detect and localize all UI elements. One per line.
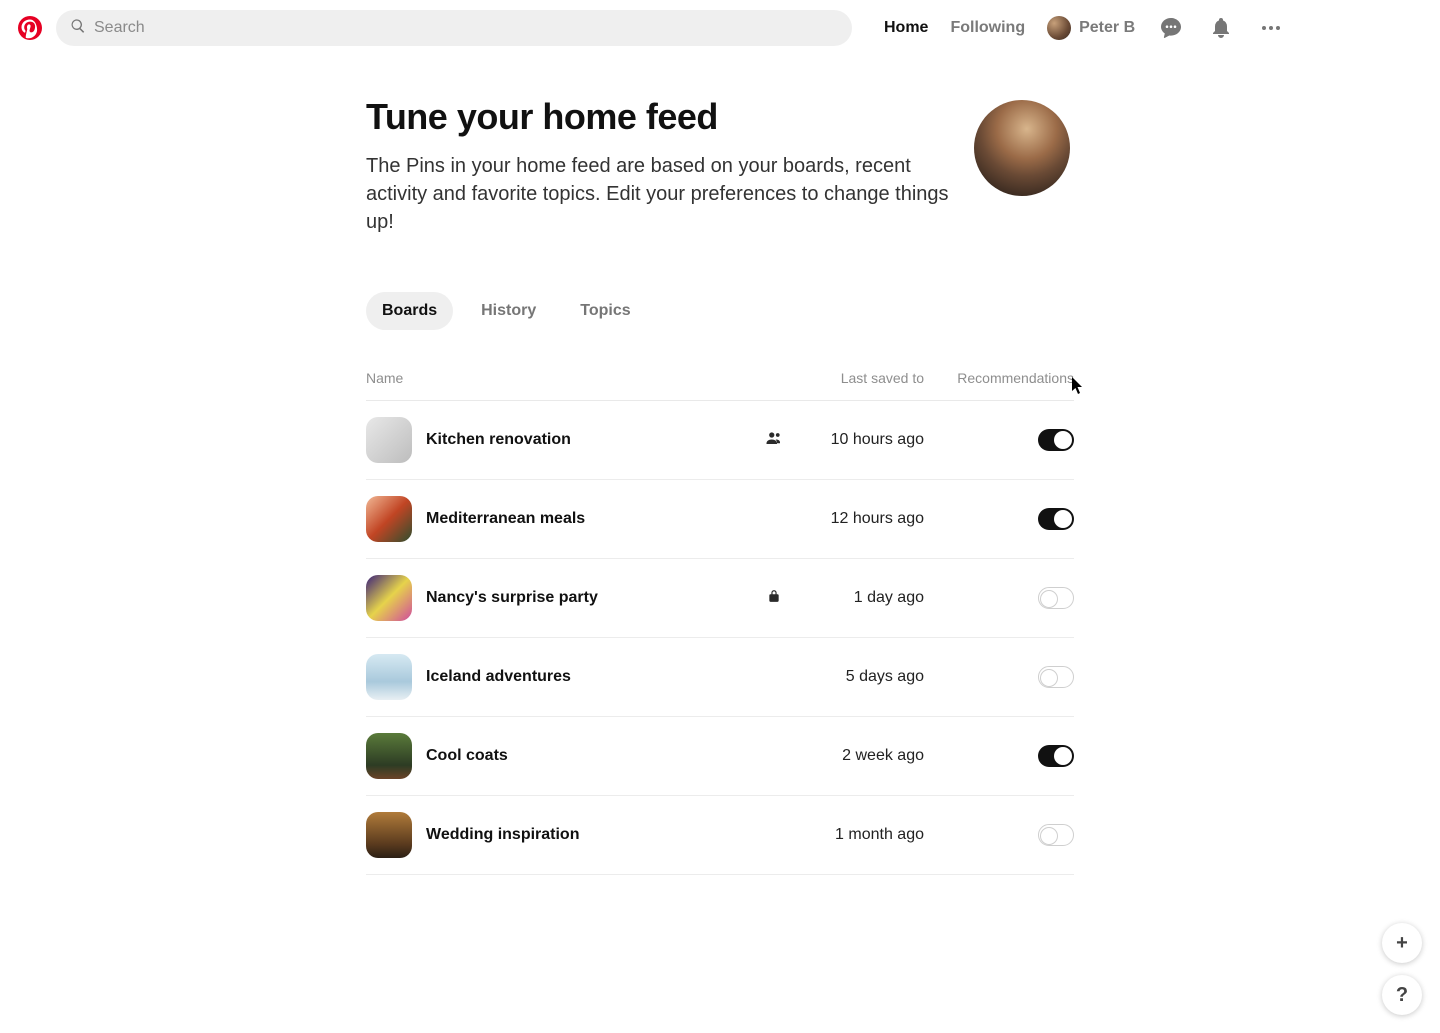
messages-button[interactable]	[1157, 14, 1185, 42]
tab-topics[interactable]: Topics	[564, 292, 646, 330]
help-fab[interactable]: ?	[1382, 975, 1422, 1015]
nav-home[interactable]: Home	[884, 19, 928, 37]
pinterest-logo[interactable]	[16, 14, 44, 42]
table-row: Cool coats 2 week ago	[366, 717, 1074, 796]
column-name: Name	[366, 370, 754, 386]
notifications-button[interactable]	[1207, 14, 1235, 42]
column-last-saved: Last saved to	[794, 370, 924, 386]
board-name[interactable]: Iceland adventures	[426, 668, 571, 686]
board-last-saved: 2 week ago	[794, 747, 924, 765]
question-icon: ?	[1396, 984, 1408, 1007]
board-name[interactable]: Nancy's surprise party	[426, 589, 598, 607]
table-row: Iceland adventures 5 days ago	[366, 638, 1074, 717]
page-description: The Pins in your home feed are based on …	[366, 152, 950, 236]
nav-following[interactable]: Following	[950, 19, 1025, 37]
more-button[interactable]	[1257, 14, 1285, 42]
tabs: Boards History Topics	[366, 292, 1074, 330]
board-last-saved: 10 hours ago	[794, 431, 924, 449]
search-box[interactable]	[56, 10, 852, 46]
table-row: Kitchen renovation 10 hours ago	[366, 401, 1074, 480]
board-thumb[interactable]	[366, 733, 412, 779]
add-fab[interactable]: +	[1382, 923, 1422, 963]
shared-icon	[765, 429, 783, 452]
recommendations-toggle[interactable]	[1038, 666, 1074, 688]
chat-icon	[1159, 16, 1183, 40]
column-recommendations: Recommendations	[924, 370, 1074, 386]
search-icon	[70, 18, 86, 39]
profile-avatar[interactable]	[974, 100, 1070, 196]
board-last-saved: 12 hours ago	[794, 510, 924, 528]
search-input[interactable]	[94, 19, 838, 37]
board-thumb[interactable]	[366, 654, 412, 700]
recommendations-toggle[interactable]	[1038, 587, 1074, 609]
recommendations-toggle[interactable]	[1038, 745, 1074, 767]
user-menu[interactable]: Peter B	[1047, 16, 1135, 40]
tab-history[interactable]: History	[465, 292, 552, 330]
recommendations-toggle[interactable]	[1038, 429, 1074, 451]
avatar-icon	[1047, 16, 1071, 40]
lock-icon	[767, 589, 781, 608]
page-title: Tune your home feed	[366, 96, 950, 138]
board-thumb[interactable]	[366, 575, 412, 621]
board-thumb[interactable]	[366, 417, 412, 463]
board-last-saved: 1 month ago	[794, 826, 924, 844]
table-row: Wedding inspiration 1 month ago	[366, 796, 1074, 875]
board-last-saved: 1 day ago	[794, 589, 924, 607]
board-name[interactable]: Kitchen renovation	[426, 431, 571, 449]
recommendations-toggle[interactable]	[1038, 508, 1074, 530]
tab-boards[interactable]: Boards	[366, 292, 453, 330]
plus-icon: +	[1396, 932, 1408, 955]
bell-icon	[1209, 16, 1233, 40]
board-last-saved: 5 days ago	[794, 668, 924, 686]
board-name[interactable]: Mediterranean meals	[426, 510, 585, 528]
recommendations-toggle[interactable]	[1038, 824, 1074, 846]
board-thumb[interactable]	[366, 496, 412, 542]
board-name[interactable]: Cool coats	[426, 747, 508, 765]
board-name[interactable]: Wedding inspiration	[426, 826, 579, 844]
table-row: Mediterranean meals 12 hours ago	[366, 480, 1074, 559]
user-name: Peter B	[1079, 19, 1135, 37]
table-row: Nancy's surprise party 1 day ago	[366, 559, 1074, 638]
board-thumb[interactable]	[366, 812, 412, 858]
ellipsis-icon	[1259, 16, 1283, 40]
pinterest-icon	[18, 16, 42, 40]
